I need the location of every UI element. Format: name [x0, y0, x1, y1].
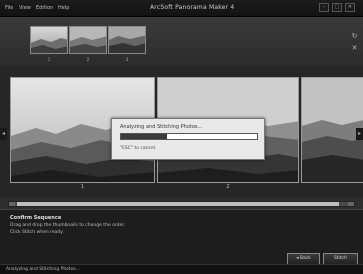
menu-edition[interactable]: Edition	[36, 5, 53, 11]
minimize-button[interactable]: –	[319, 3, 329, 12]
thumbnail-2[interactable]	[69, 26, 107, 54]
menu-file[interactable]: File	[5, 5, 13, 11]
landscape-thumbnail-image	[31, 27, 67, 53]
scroll-right-icon[interactable]: ▸	[356, 128, 363, 140]
progress-bar: 34%	[120, 133, 258, 140]
panorama-maker-window: File View Edition Help ArcSoft Panorama …	[0, 0, 363, 274]
window-title: ArcSoft Panorama Maker 4	[150, 4, 235, 11]
thumbnail-number: 3	[125, 57, 129, 62]
landscape-thumbnail-image	[109, 27, 145, 53]
photo-3[interactable]	[301, 77, 363, 183]
scroll-right-arrow-icon[interactable]	[348, 202, 354, 206]
panel-heading: Confirm Sequence	[10, 215, 62, 221]
thumbnail-number: 1	[47, 57, 51, 62]
close-window-button[interactable]: ✕	[345, 3, 355, 12]
thumbnail-number: 2	[86, 57, 90, 62]
instruction-line: Click Stitch when ready.	[10, 230, 64, 235]
menu-view[interactable]: View	[19, 5, 31, 11]
progress-title: Analyzing and Stitching Photos...	[120, 124, 203, 130]
status-text: Analyzing and Stitching Photos...	[6, 267, 81, 272]
scroll-left-arrow-icon[interactable]	[9, 202, 15, 206]
maximize-button[interactable]: □	[332, 3, 342, 12]
title-bar: File View Edition Help ArcSoft Panorama …	[0, 0, 363, 17]
close-icon[interactable]: ✕	[350, 44, 359, 53]
progress-percent: 34%	[184, 134, 194, 139]
photo-number: 2	[226, 184, 230, 190]
status-bar: Analyzing and Stitching Photos...	[0, 264, 363, 274]
thumbnail-1[interactable]	[30, 26, 68, 54]
progress-dialog: Analyzing and Stitching Photos... 34% "E…	[111, 118, 265, 160]
scroll-left-icon[interactable]: ◂	[0, 128, 7, 140]
landscape-photo-image	[302, 78, 363, 182]
instructions-panel: Confirm Sequence Drag and drop the thumb…	[0, 209, 363, 265]
scrollbar-thumb[interactable]	[17, 202, 339, 206]
landscape-thumbnail-image	[70, 27, 106, 53]
instruction-line: Drag and drop the thumbnails to change t…	[10, 223, 126, 228]
rotate-icon[interactable]: ↻	[350, 32, 359, 41]
menu-help[interactable]: Help	[58, 5, 69, 11]
cancel-hint: "ESC" to cancel.	[120, 146, 157, 151]
thumbnail-3[interactable]	[108, 26, 146, 54]
photo-number: 1	[80, 184, 85, 190]
thumbnail-strip: 1 2 3 ↻ ✕	[0, 17, 363, 66]
horizontal-scrollbar[interactable]	[8, 201, 355, 207]
photo-preview-area: ◂ 1 2 ▸ Analyzing and Stitching Photos..…	[0, 66, 363, 198]
